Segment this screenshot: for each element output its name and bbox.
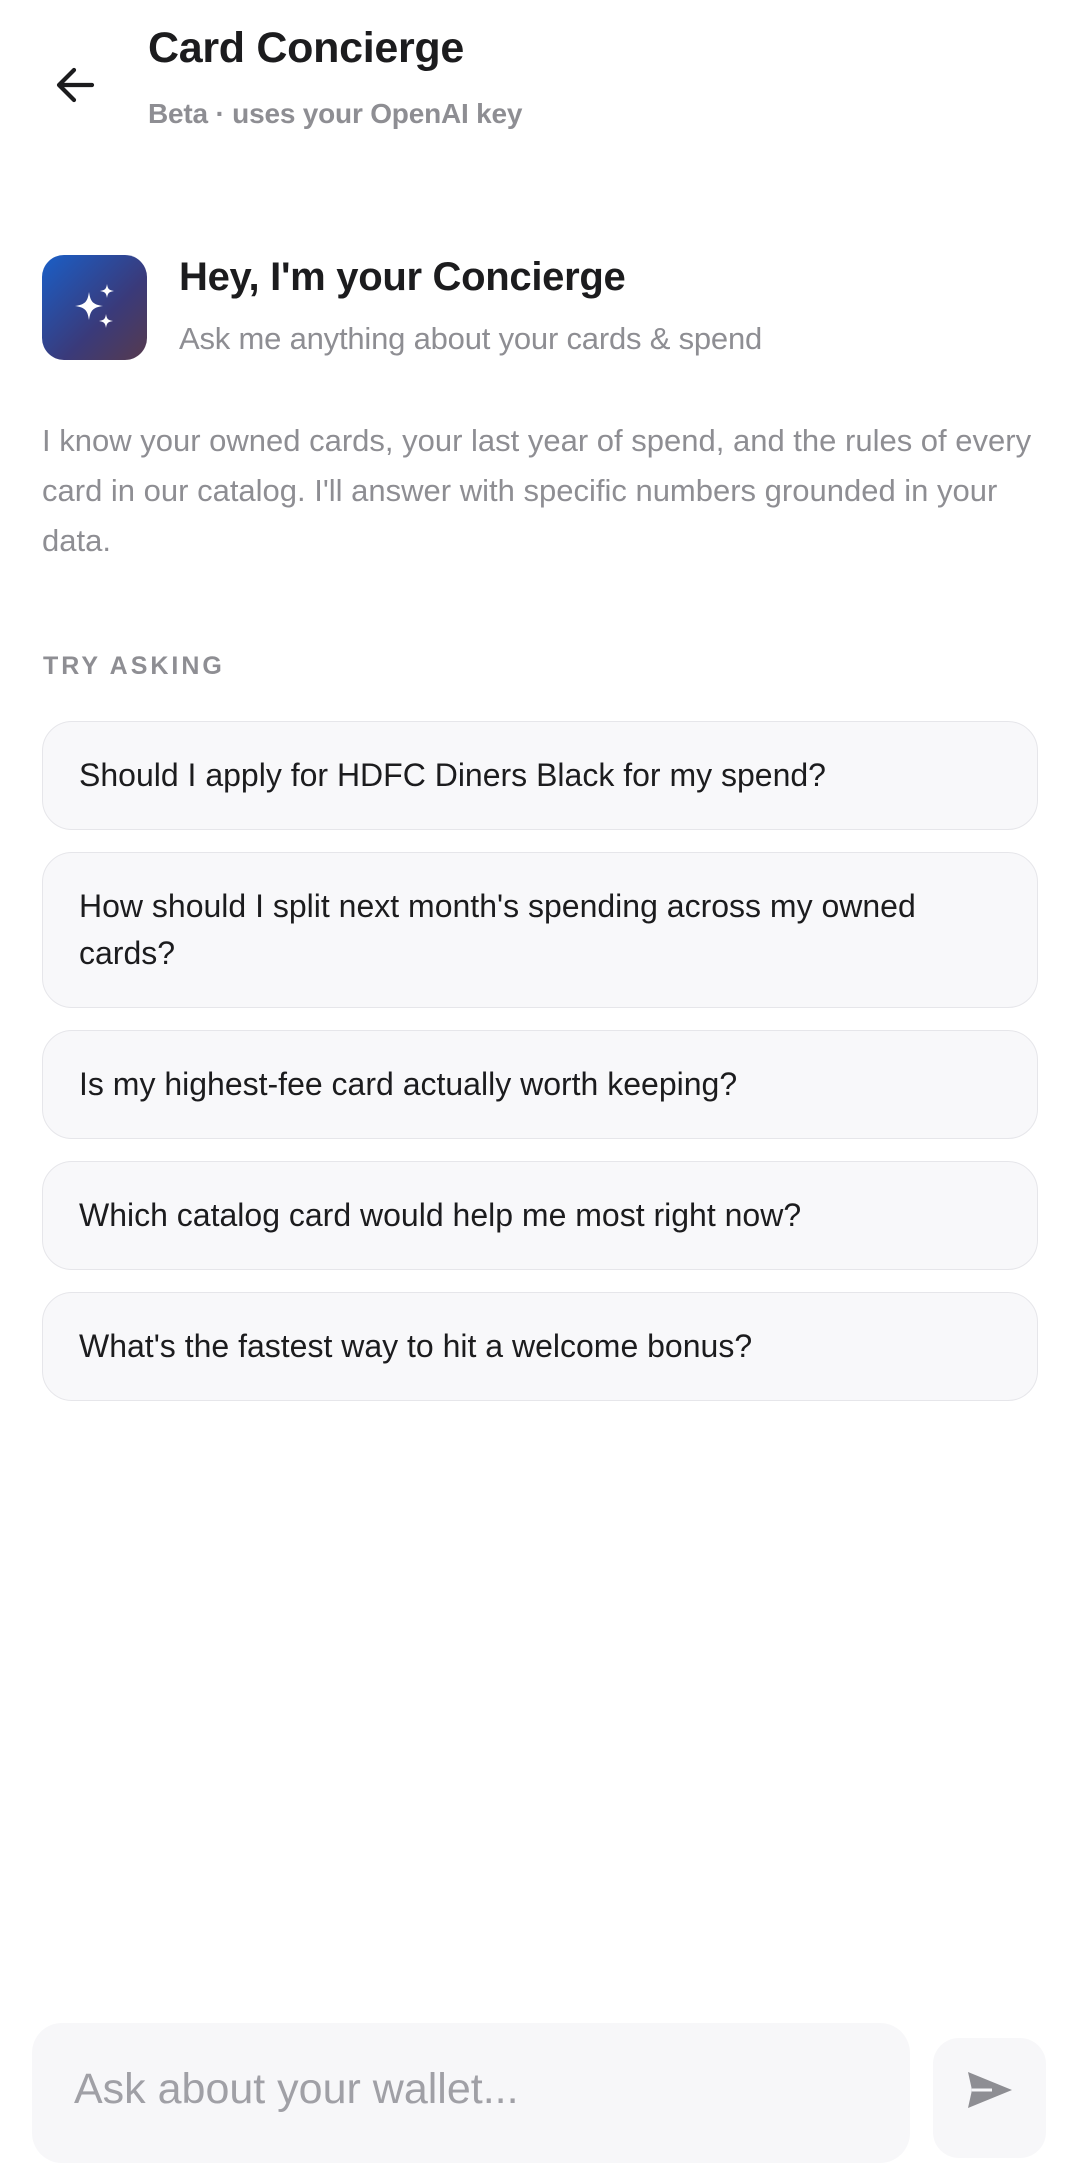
page-subtitle: Beta · uses your OpenAI key xyxy=(148,98,523,129)
suggestion-list: Should I apply for HDFC Diners Black for… xyxy=(42,721,1038,1423)
suggestion-chip[interactable]: Should I apply for HDFC Diners Black for… xyxy=(42,721,1038,830)
send-button[interactable] xyxy=(933,2038,1046,2158)
suggestions-label: TRY ASKING xyxy=(43,652,225,680)
concierge-avatar xyxy=(42,255,147,360)
intro-subtitle: Ask me anything about your cards & spend xyxy=(179,321,763,356)
app-header: Card Concierge Beta · uses your OpenAI k… xyxy=(0,0,1080,150)
intro-description: I know your owned cards, your last year … xyxy=(42,423,1032,558)
sparkles-icon xyxy=(74,283,114,328)
suggestion-chip[interactable]: Which catalog card would help me most ri… xyxy=(42,1161,1038,1270)
message-input[interactable] xyxy=(74,2065,874,2114)
intro-title: Hey, I'm your Concierge xyxy=(179,255,626,299)
suggestion-chip[interactable]: How should I split next month's spending… xyxy=(42,852,1038,1008)
back-button[interactable] xyxy=(40,50,110,120)
suggestion-chip[interactable]: What's the fastest way to hit a welcome … xyxy=(42,1292,1038,1401)
page-title: Card Concierge xyxy=(148,24,464,72)
message-composer xyxy=(32,2023,910,2163)
arrow-left-icon xyxy=(56,67,95,103)
suggestion-chip[interactable]: Is my highest-fee card actually worth ke… xyxy=(42,1030,1038,1139)
send-icon xyxy=(967,2072,1012,2108)
concierge-intro: Hey, I'm your Concierge Ask me anything … xyxy=(42,255,1042,365)
